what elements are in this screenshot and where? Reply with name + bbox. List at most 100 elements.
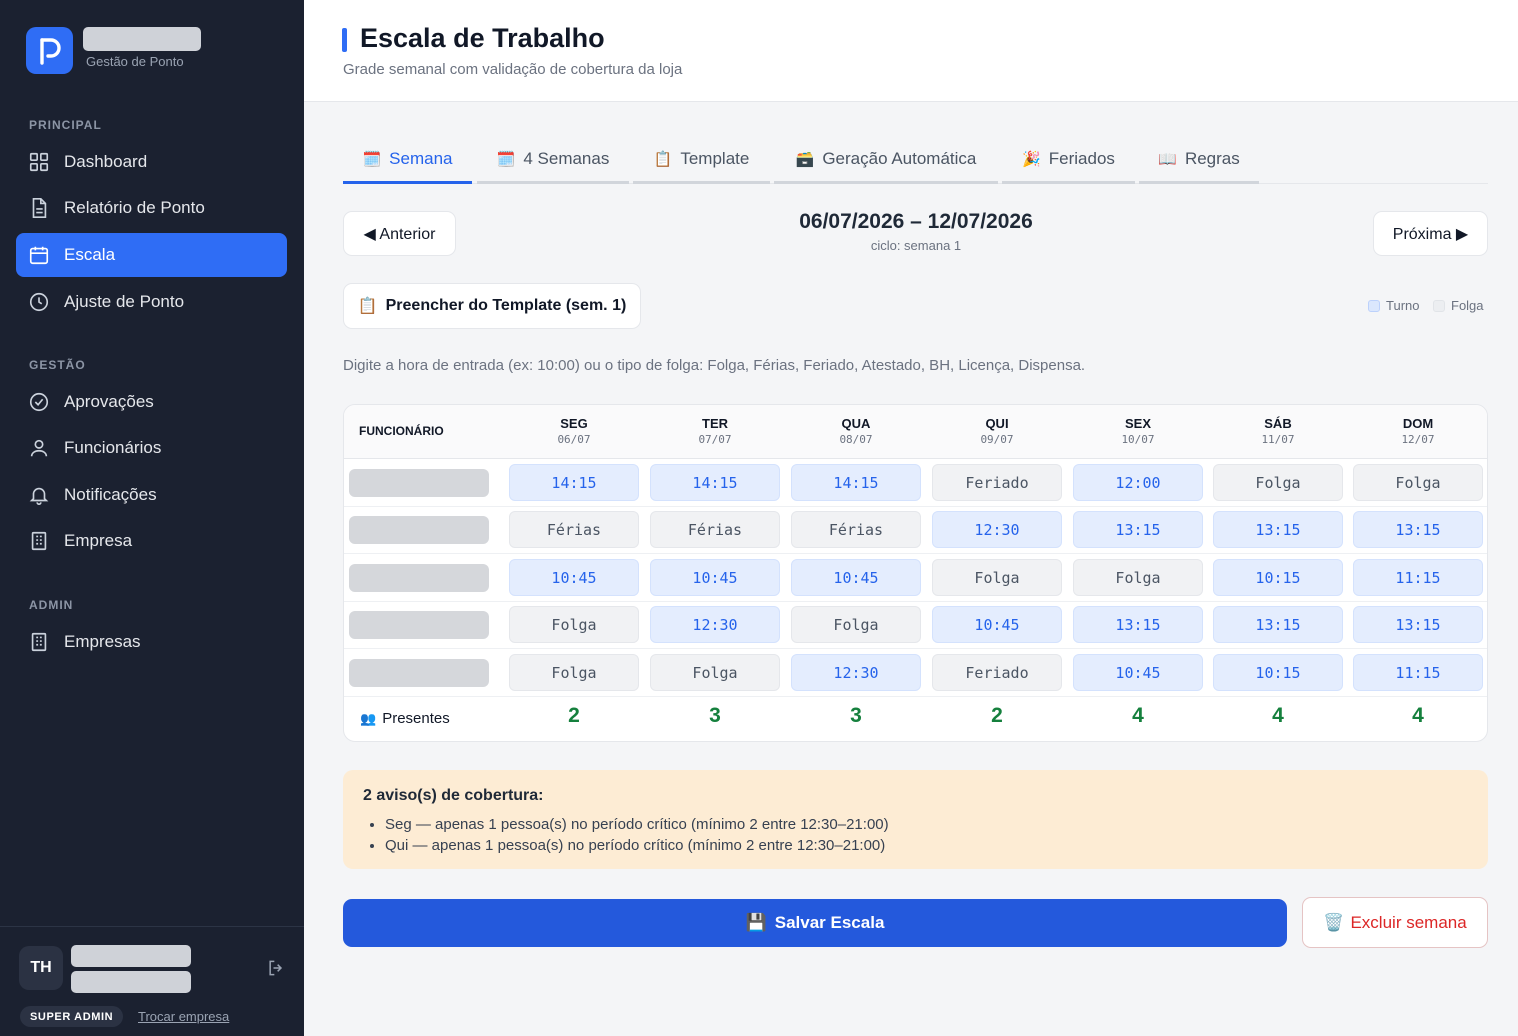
tab-label: Geração Automática [822, 148, 977, 168]
schedule-cell[interactable]: 10:45 [932, 606, 1062, 643]
tab-label: Regras [1184, 148, 1240, 168]
schedule-cell[interactable]: 13:15 [1073, 606, 1203, 643]
presentes-count: 4 [1412, 704, 1424, 727]
schedule-cell[interactable]: 13:15 [1073, 511, 1203, 548]
schedule-cell[interactable]: Feriado [932, 654, 1062, 691]
delete-week-button[interactable]: 🗑️ Excluir semana [1302, 897, 1488, 948]
avatar[interactable]: TH [19, 946, 63, 990]
presentes-row: 👥 Presentes 2 3 3 2 4 4 4 [344, 695, 1487, 741]
legend-folga: Folga [1433, 298, 1484, 313]
save-label: Salvar Escala [774, 913, 885, 932]
schedule-cell[interactable]: Folga [509, 654, 639, 691]
tab-feriados[interactable]: 🎉 Feriados [1002, 136, 1135, 184]
schedule-cell[interactable]: 12:30 [932, 511, 1062, 548]
sidebar-item-funcionarios[interactable]: Funcionários [16, 426, 287, 470]
app-logo[interactable] [26, 27, 73, 74]
tab-4-semanas[interactable]: 🗓️ 4 Semanas [477, 136, 629, 184]
presentes-text: Presentes [382, 710, 450, 727]
sidebar-item-aprovacoes[interactable]: Aprovações [16, 380, 287, 424]
delete-label: Excluir semana [1350, 912, 1467, 932]
employee-name-redacted [349, 564, 489, 592]
tab-semana[interactable]: 🗓️ Semana [343, 136, 472, 184]
sidebar-item-empresas[interactable]: Empresas [16, 620, 287, 664]
schedule-cell[interactable]: 10:45 [791, 559, 921, 596]
switch-company-link[interactable]: Trocar empresa [138, 1009, 229, 1024]
schedule-cell[interactable]: 10:15 [1213, 559, 1343, 596]
previous-week-button[interactable]: ◀ Anterior [343, 211, 456, 256]
legend-swatch [1433, 299, 1445, 312]
presentes-count: 3 [709, 704, 721, 727]
sidebar-item-ajuste[interactable]: Ajuste de Ponto [16, 280, 287, 324]
schedule-cell[interactable]: 11:15 [1353, 654, 1483, 691]
schedule-cell[interactable]: 11:15 [1353, 559, 1483, 596]
employee-name-redacted [349, 659, 489, 687]
role-badge: SUPER ADMIN [20, 1006, 124, 1027]
user-name-redacted [71, 945, 191, 967]
presentes-count: 2 [991, 704, 1003, 727]
page-subtitle: Grade semanal com validação de cobertura… [343, 61, 683, 78]
sidebar-item-label: Escala [64, 245, 116, 264]
building-icon [31, 632, 47, 652]
tab-template[interactable]: 📋 Template [633, 136, 770, 184]
schedule-cell[interactable]: 12:30 [791, 654, 921, 691]
sidebar-item-relatorio[interactable]: Relatório de Ponto [16, 186, 287, 230]
day-header: SEX 10/07 [1073, 416, 1203, 446]
schedule-cell[interactable]: 13:15 [1353, 511, 1483, 548]
save-schedule-button[interactable]: 💾 Salvar Escala [343, 899, 1287, 947]
coverage-warning: 2 aviso(s) de cobertura: Seg — apenas 1 … [343, 770, 1488, 869]
schedule-cell[interactable]: Folga [1073, 559, 1203, 596]
sidebar-item-dashboard[interactable]: Dashboard [16, 140, 287, 184]
sidebar-item-empresa[interactable]: Empresa [16, 519, 287, 563]
logout-icon[interactable] [266, 958, 286, 978]
schedule-cell[interactable]: 13:15 [1213, 606, 1343, 643]
schedule-cell[interactable]: Feriado [932, 464, 1062, 501]
day-date: 08/07 [839, 433, 873, 446]
people-icon: 👥 [360, 710, 377, 726]
sidebar-item-label: Notificações [64, 485, 157, 504]
tab-geracao-automatica[interactable]: 🗃️ Geração Automática [774, 136, 998, 184]
warning-list: Seg — apenas 1 pessoa(s) no período crít… [385, 814, 889, 856]
schedule-cell[interactable]: 13:15 [1353, 606, 1483, 643]
schedule-cell[interactable]: 10:45 [650, 559, 780, 596]
tab-label: Semana [389, 148, 453, 168]
employee-name-redacted [349, 516, 489, 544]
sidebar-item-label: Dashboard [64, 152, 148, 171]
book-icon: 📖 [1158, 150, 1177, 168]
schedule-cell[interactable]: Folga [932, 559, 1062, 596]
input-hint: Digite a hora de entrada (ex: 10:00) ou … [343, 357, 1086, 374]
sidebar-item-notificacoes[interactable]: Notificações [16, 473, 287, 517]
schedule-cell[interactable]: 14:15 [791, 464, 921, 501]
schedule-cell[interactable]: Folga [1213, 464, 1343, 501]
warning-title: 2 aviso(s) de cobertura: [363, 787, 544, 804]
tab-label: 4 Semanas [523, 148, 610, 168]
schedule-cell[interactable]: 12:00 [1073, 464, 1203, 501]
page-title: Escala de Trabalho [360, 23, 605, 53]
day-name: TER [702, 416, 728, 431]
page-header: Escala de Trabalho Grade semanal com val… [304, 0, 1518, 102]
fill-from-template-button[interactable]: 📋 Preencher do Template (sem. 1) [343, 283, 641, 329]
schedule-cell[interactable]: Folga [650, 654, 780, 691]
schedule-cell[interactable]: 10:15 [1213, 654, 1343, 691]
schedule-cell[interactable]: 10:45 [1073, 654, 1203, 691]
schedule-cell[interactable]: 13:15 [1213, 511, 1343, 548]
tab-regras[interactable]: 📖 Regras [1139, 136, 1259, 184]
section-gestao: GESTÃO [29, 358, 86, 372]
schedule-cell[interactable]: Férias [791, 511, 921, 548]
schedule-cell[interactable]: 10:45 [509, 559, 639, 596]
legend-turno: Turno [1368, 298, 1419, 313]
sidebar-item-escala[interactable]: Escala [16, 233, 287, 277]
schedule-cell[interactable]: 14:15 [650, 464, 780, 501]
schedule-cell[interactable]: Folga [1353, 464, 1483, 501]
schedule-cell[interactable]: Férias [509, 511, 639, 548]
schedule-cell[interactable]: Folga [509, 606, 639, 643]
day-date: 06/07 [557, 433, 591, 446]
calendar-icon: 🗓️ [362, 150, 382, 168]
employee-name-redacted [349, 469, 489, 497]
sidebar: Gestão de Ponto PRINCIPAL Dashboard Rela… [0, 0, 304, 1036]
schedule-cell[interactable]: Folga [791, 606, 921, 643]
sidebar-item-label: Ajuste de Ponto [64, 292, 185, 311]
schedule-cell[interactable]: Férias [650, 511, 780, 548]
next-week-button[interactable]: Próxima ▶ [1373, 211, 1488, 256]
schedule-cell[interactable]: 14:15 [509, 464, 639, 501]
schedule-cell[interactable]: 12:30 [650, 606, 780, 643]
